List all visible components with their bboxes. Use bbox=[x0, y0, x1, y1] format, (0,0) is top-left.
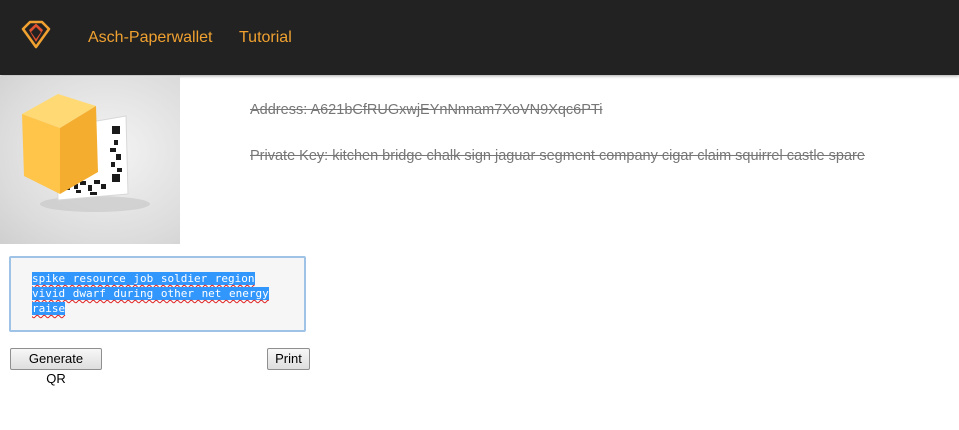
print-button[interactable]: Print bbox=[267, 348, 310, 370]
wallet-address-text: Address: A621bCfRUGxwjEYnNnnam7XoVN9Xqc6… bbox=[250, 102, 603, 118]
cube-qr-illustration bbox=[22, 94, 150, 212]
hero-cube-image bbox=[0, 76, 180, 244]
nav-tutorial-link[interactable]: Tutorial bbox=[239, 28, 292, 48]
nav-brand-link[interactable]: Asch-Paperwallet bbox=[88, 28, 213, 48]
passphrase-textarea[interactable]: spike resource job soldier region vivid … bbox=[9, 256, 306, 332]
private-key-text: Private Key: kitchen bridge chalk sign j… bbox=[250, 148, 865, 164]
passphrase-selected-text[interactable]: spike resource job soldier region vivid … bbox=[32, 271, 294, 316]
top-navbar: Asch-Paperwallet Tutorial bbox=[0, 0, 959, 75]
asch-logo-icon[interactable] bbox=[20, 20, 52, 50]
generate-qr-button[interactable]: Generate QR bbox=[10, 348, 102, 386]
